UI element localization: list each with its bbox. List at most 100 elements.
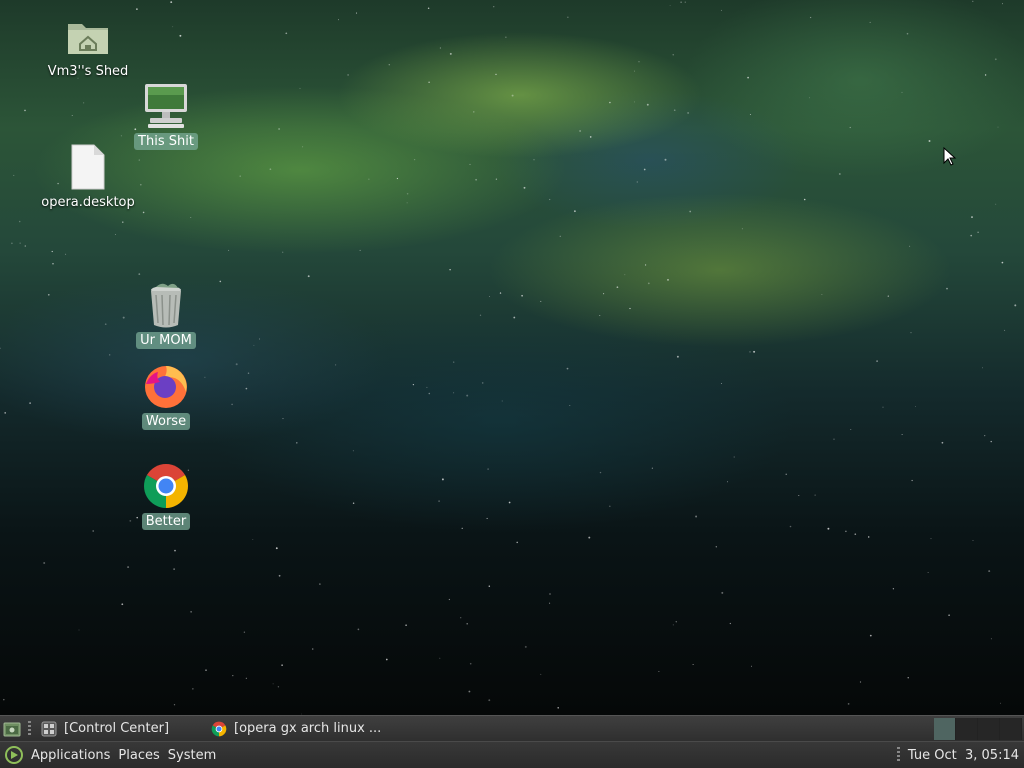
star-dot: [495, 73, 497, 76]
star-dot: [468, 690, 471, 693]
star-dot: [501, 400, 503, 402]
star-dot: [170, 1, 173, 3]
star-dot: [427, 7, 430, 10]
star-dot: [231, 403, 233, 406]
workspace-4[interactable]: [1000, 717, 1022, 740]
star-dot: [406, 192, 409, 195]
star-dot: [114, 234, 116, 236]
star-dot: [603, 293, 605, 295]
desktop-icon-computer[interactable]: This Shit: [118, 82, 214, 150]
star-dot: [219, 280, 222, 283]
star-dot: [672, 624, 674, 626]
star-dot: [109, 354, 111, 356]
star-dot: [29, 402, 31, 404]
star-dot: [138, 159, 140, 161]
desktop-background[interactable]: Vm3''s Shed This Shit opera.desktop Ur M…: [0, 0, 1024, 715]
star-dot: [928, 140, 931, 142]
panel-drag-handle[interactable]: [896, 747, 900, 763]
star-dot: [413, 158, 416, 161]
workspace-2[interactable]: [956, 717, 978, 740]
control-center-icon: [41, 721, 57, 736]
star-dot: [486, 517, 488, 519]
star-dot: [982, 367, 983, 369]
window-list-panel: [Control Center] [opera gx arch linux ..…: [0, 715, 1024, 741]
task-control-center[interactable]: [Control Center]: [35, 717, 175, 741]
star-dot: [299, 87, 301, 89]
panel-drag-handle[interactable]: [28, 720, 31, 737]
star-dot: [245, 387, 248, 390]
star-dot: [838, 173, 841, 175]
mate-logo-icon[interactable]: [4, 745, 24, 765]
star-dot: [453, 392, 455, 394]
star-dot: [479, 314, 482, 316]
star-dot: [448, 598, 451, 601]
star-dot: [727, 481, 729, 483]
star-dot: [469, 662, 472, 665]
star-dot: [92, 530, 95, 532]
star-dot: [692, 663, 694, 666]
star-dot: [179, 34, 182, 37]
desktop-icon-label: opera.desktop: [41, 195, 135, 210]
star-dot: [481, 382, 484, 384]
star-dot: [302, 146, 304, 148]
star-dot: [634, 70, 635, 72]
star-dot: [557, 707, 559, 709]
star-dot: [833, 438, 835, 440]
show-desktop-button[interactable]: [0, 717, 24, 741]
star-dot: [869, 21, 871, 23]
menu-system[interactable]: System: [164, 743, 220, 767]
star-dot: [977, 231, 979, 233]
star-dot: [911, 479, 913, 482]
menu-applications[interactable]: Applications: [27, 743, 114, 767]
star-dot: [493, 6, 495, 8]
star-dot: [319, 583, 321, 585]
star-dot: [388, 63, 391, 66]
desktop-icon-firefox[interactable]: Worse: [118, 362, 214, 430]
star-dot: [930, 538, 932, 540]
star-dot: [609, 101, 611, 104]
star-dot: [616, 286, 619, 289]
star-dot: [247, 372, 250, 374]
star-dot: [104, 323, 107, 326]
clock[interactable]: Tue Oct 3, 05:14: [908, 748, 1024, 763]
star-dot: [173, 704, 176, 706]
star-dot: [311, 648, 314, 650]
star-dot: [269, 168, 272, 171]
star-dot: [460, 617, 462, 619]
star-dot: [473, 111, 475, 113]
star-dot: [675, 621, 677, 623]
workspace-3[interactable]: [978, 717, 1000, 740]
main-menu-panel: Applications Places System Tue Oct 3, 05…: [0, 741, 1024, 768]
star-dot: [172, 26, 174, 28]
star-dot: [687, 112, 689, 114]
star-dot: [995, 203, 997, 205]
star-dot: [406, 202, 408, 204]
star-dot: [438, 500, 440, 502]
home-folder-icon: [68, 24, 108, 54]
chrome-icon: [144, 464, 188, 508]
desktop-icon-opera-desktop[interactable]: opera.desktop: [40, 143, 136, 211]
star-dot: [689, 210, 692, 213]
star-dot: [449, 268, 451, 271]
star-dot: [78, 629, 80, 631]
star-dot: [24, 245, 27, 247]
desktop-icon-chrome[interactable]: Better: [118, 462, 214, 530]
menu-places[interactable]: Places: [114, 743, 163, 767]
star-dot: [859, 681, 862, 683]
star-dot: [972, 0, 974, 2]
star-dot: [720, 382, 722, 384]
star-dot: [646, 103, 649, 106]
star-dot: [729, 622, 731, 625]
star-dot: [1004, 329, 1006, 331]
star-dot: [999, 702, 1002, 704]
workspace-1[interactable]: [934, 717, 956, 740]
task-opera-search[interactable]: [opera gx arch linux ...: [205, 717, 387, 741]
desktop-icon-home[interactable]: Vm3''s Shed: [40, 12, 136, 80]
star-dot: [352, 502, 355, 504]
star-dot: [984, 74, 987, 76]
document-icon: [71, 144, 105, 190]
desktop-icon-trash[interactable]: Ur MOM: [118, 281, 214, 349]
star-dot: [275, 547, 278, 550]
star-dot: [684, 1, 686, 3]
star-dot: [19, 242, 21, 244]
